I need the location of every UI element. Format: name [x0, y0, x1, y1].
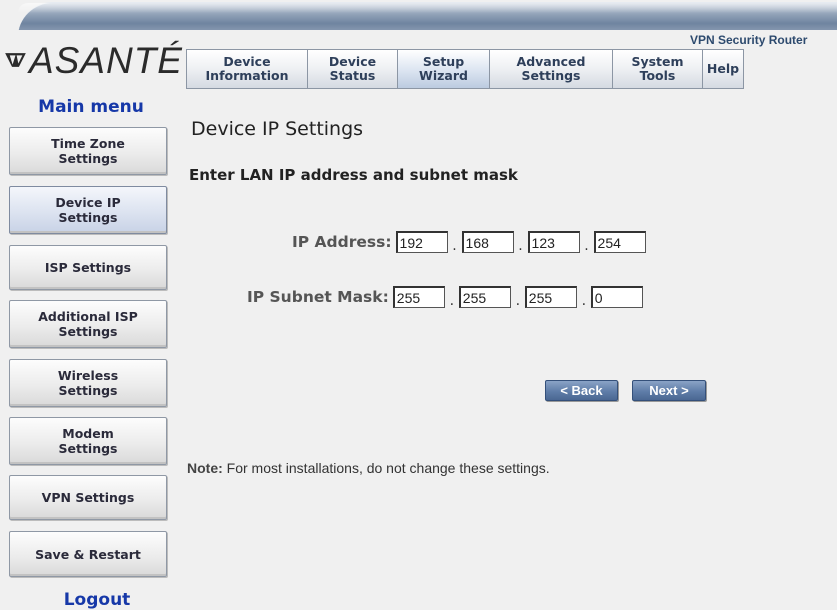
octet-separator: . — [515, 293, 521, 309]
subnet-mask-row: IP Subnet Mask: . . . — [247, 285, 643, 309]
sidebar-item-vpn[interactable]: VPN Settings — [9, 475, 167, 520]
octet-separator: . — [452, 238, 457, 254]
tab-system-tools[interactable]: System Tools — [612, 49, 702, 89]
tab-device-status[interactable]: Device Status — [307, 49, 397, 89]
ip-address-row: IP Address: . . . — [292, 230, 646, 254]
next-button[interactable]: Next > — [632, 380, 706, 401]
sidebar-item-modem[interactable]: Modem Settings — [9, 417, 167, 465]
note-body: For most installations, do not change th… — [222, 460, 550, 476]
header-swoosh — [0, 0, 837, 30]
note-text: Note: For most installations, do not cha… — [187, 460, 550, 476]
sidebar-item-time-zone[interactable]: Time Zone Settings — [9, 127, 167, 175]
mask-octet-4[interactable] — [590, 286, 643, 308]
octet-separator: . — [518, 238, 523, 254]
subnet-mask-label: IP Subnet Mask: — [247, 288, 389, 306]
tab-advanced-settings[interactable]: Advanced Settings — [489, 49, 612, 89]
octet-separator: . — [581, 293, 587, 309]
ip-address-label: IP Address: — [292, 233, 392, 251]
ip-octet-1[interactable] — [395, 231, 448, 253]
sidebar-item-device-ip[interactable]: Device IP Settings — [9, 186, 167, 234]
mask-octet-1[interactable] — [392, 286, 445, 308]
top-nav: Device Information Device Status Setup W… — [186, 49, 744, 89]
ip-octet-3[interactable] — [527, 231, 580, 253]
back-button[interactable]: < Back — [545, 380, 618, 401]
octet-separator: . — [584, 238, 589, 254]
tab-setup-wizard[interactable]: Setup Wizard — [397, 49, 489, 89]
logo-text: ASANTÉ — [28, 39, 183, 81]
sidebar-item-additional-isp[interactable]: Additional ISP Settings — [9, 300, 167, 348]
page-title: Device IP Settings — [191, 118, 364, 140]
note-label: Note: — [187, 460, 223, 476]
main-menu-title: Main menu — [38, 97, 144, 117]
sidebar-item-isp-settings[interactable]: ISP Settings — [9, 245, 167, 290]
logout-link[interactable]: Logout — [18, 590, 176, 610]
header-swoosh-shape — [18, 2, 837, 30]
ip-octet-2[interactable] — [461, 231, 514, 253]
asante-logo-icon — [5, 53, 26, 67]
octet-separator: . — [449, 293, 455, 309]
tab-device-information[interactable]: Device Information — [186, 49, 307, 89]
sidebar: Main menu — [0, 96, 172, 118]
product-name: VPN Security Router — [690, 33, 808, 47]
mask-octet-2[interactable] — [458, 286, 511, 308]
mask-octet-3[interactable] — [524, 286, 577, 308]
tab-help[interactable]: Help — [702, 49, 744, 89]
asante-logo: ASANTÉ — [0, 30, 183, 90]
page-subtitle: Enter LAN IP address and subnet mask — [189, 166, 518, 184]
sidebar-item-wireless[interactable]: Wireless Settings — [9, 359, 167, 407]
sidebar-item-save-restart[interactable]: Save & Restart — [9, 531, 167, 577]
ip-octet-4[interactable] — [593, 231, 646, 253]
